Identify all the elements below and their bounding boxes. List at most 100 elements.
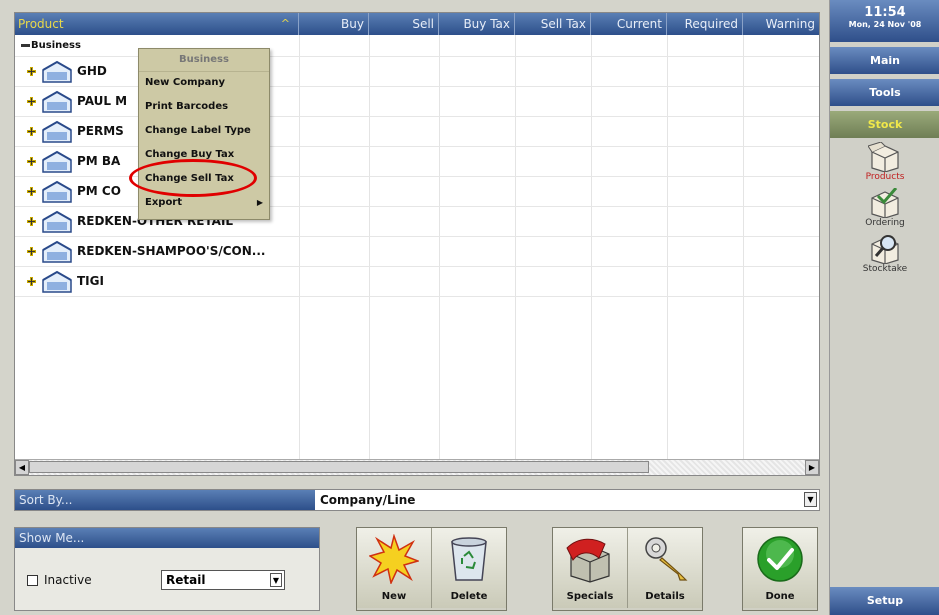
grid-header: Product ^ Buy Sell Buy Tax Sell Tax Curr… <box>15 13 819 35</box>
check-box-icon <box>871 188 899 218</box>
sidebar-item-ordering[interactable]: Ordering <box>830 188 939 234</box>
new-button-label: New <box>381 591 407 602</box>
column-header-warning[interactable]: Warning <box>743 13 819 35</box>
sidebar-item-products[interactable]: Products <box>830 142 939 188</box>
tree-row-label: PERMS <box>77 124 124 138</box>
show-me-select[interactable]: Retail ▼ <box>161 570 285 590</box>
inactive-checkbox[interactable]: Inactive <box>27 573 92 587</box>
sort-by-value[interactable]: Company/Line <box>320 490 415 510</box>
column-header-required[interactable]: Required <box>667 13 743 35</box>
menu-item-change-sell-tax[interactable]: Change Sell Tax <box>139 168 269 192</box>
tree-row-label: REDKEN-SHAMPOO'S/CON... <box>77 244 266 258</box>
menu-item-label: Export <box>145 197 183 208</box>
starburst-icon <box>369 534 419 584</box>
expand-icon[interactable] <box>27 157 36 166</box>
column-header-buy-tax[interactable]: Buy Tax <box>439 13 515 35</box>
done-button-label: Done <box>765 591 795 602</box>
clock-time: 11:54 <box>864 5 906 20</box>
specials-button-label: Specials <box>566 591 614 602</box>
column-header-label: Product <box>18 17 64 31</box>
tree-row-label: PM CO <box>77 184 121 198</box>
menu-item-label: Change Buy Tax <box>145 149 235 160</box>
menu-item-new-company[interactable]: New Company <box>139 72 269 96</box>
menu-item-label: New Company <box>145 77 226 88</box>
checkmark-icon <box>757 536 803 582</box>
tree-group-business[interactable]: Business <box>15 37 819 57</box>
tree-row-company[interactable]: PAUL M <box>15 87 819 117</box>
menu-item-print-barcodes[interactable]: Print Barcodes <box>139 96 269 120</box>
menu-item-label: Change Sell Tax <box>145 173 234 184</box>
menu-item-label: Print Barcodes <box>145 101 229 112</box>
collapse-icon[interactable] <box>21 41 30 50</box>
details-button[interactable]: Details <box>628 528 702 608</box>
scroll-left-icon[interactable]: ◀ <box>15 460 29 475</box>
sidebar-main-button[interactable]: Main <box>830 47 939 74</box>
tree-row-label: PAUL M <box>77 94 128 108</box>
sidebar-stock-button[interactable]: Stock <box>830 111 939 138</box>
column-header-sell[interactable]: Sell <box>369 13 439 35</box>
magnifier-box-icon <box>871 235 899 264</box>
done-group: Done <box>742 527 818 611</box>
tree-row-company[interactable]: GHD <box>15 57 819 87</box>
tree-row-label: PM BA <box>77 154 121 168</box>
recycle-bin-icon <box>451 537 487 581</box>
expand-icon[interactable] <box>27 247 36 256</box>
expand-icon[interactable] <box>27 187 36 196</box>
tree-row-company[interactable]: REDKEN-OTHER RETAIL <box>15 207 819 237</box>
expand-icon[interactable] <box>27 217 36 226</box>
menu-item-label: Change Label Type <box>145 125 251 136</box>
checkbox-icon[interactable] <box>27 575 38 586</box>
submenu-arrow-icon: ▶ <box>256 198 263 207</box>
menu-item-change-label-type[interactable]: Change Label Type <box>139 120 269 144</box>
tree-row-label: TIGI <box>77 274 104 288</box>
specials-details-group: Specials Details <box>552 527 703 611</box>
horizontal-scrollbar[interactable]: ◀ ▶ <box>15 459 819 475</box>
company-folder-icon <box>42 150 72 173</box>
scroll-right-icon[interactable]: ▶ <box>805 460 819 475</box>
tree-row-company[interactable]: PM BA <box>15 147 819 177</box>
column-header-current[interactable]: Current <box>591 13 667 35</box>
sidebar-item-stocktake[interactable]: Stocktake <box>830 234 939 280</box>
new-button[interactable]: New <box>357 528 432 608</box>
done-button[interactable]: Done <box>743 528 817 608</box>
column-header-product[interactable]: Product ^ <box>15 13 299 35</box>
delete-button[interactable]: Delete <box>432 528 506 608</box>
column-header-sell-tax[interactable]: Sell Tax <box>515 13 591 35</box>
tree-row-company[interactable]: PM CO <box>15 177 819 207</box>
tree-row-company[interactable]: PERMS <box>15 117 819 147</box>
expand-icon[interactable] <box>27 67 36 76</box>
context-menu-title: Business <box>139 49 269 72</box>
show-me-select-value: Retail <box>166 573 206 587</box>
tree-row-company[interactable]: REDKEN-SHAMPOO'S/CON... <box>15 237 819 267</box>
sort-by-bar: Sort By... Company/Line ▼ <box>14 489 820 511</box>
show-me-panel: Show Me... Inactive Retail ▼ <box>14 527 320 611</box>
sidebar-item-label: Stocktake <box>862 264 908 274</box>
select-dropdown-icon[interactable]: ▼ <box>270 573 282 587</box>
column-header-buy[interactable]: Buy <box>299 13 369 35</box>
show-me-title: Show Me... <box>15 528 319 548</box>
specials-button[interactable]: Specials <box>553 528 628 608</box>
company-folder-icon <box>42 270 72 293</box>
new-delete-group: New Delete <box>356 527 507 611</box>
menu-item-export[interactable]: Export ▶ <box>139 192 269 216</box>
context-menu: Business New Company Print Barcodes Chan… <box>138 48 270 220</box>
expand-icon[interactable] <box>27 277 36 286</box>
tree-group-label: Business <box>31 40 81 51</box>
company-folder-icon <box>42 120 72 143</box>
tree-row-company[interactable]: TIGI <box>15 267 819 297</box>
expand-icon[interactable] <box>27 127 36 136</box>
specials-box-icon <box>566 538 610 583</box>
scrollbar-thumb[interactable] <box>29 461 649 473</box>
sidebar-item-label: Products <box>865 172 905 182</box>
sidebar-setup-button[interactable]: Setup <box>830 587 939 615</box>
right-sidebar: 11:54 Mon, 24 Nov '08 Main Tools Stock P… <box>829 0 939 615</box>
sort-dropdown-icon[interactable]: ▼ <box>804 492 817 507</box>
sidebar-tools-button[interactable]: Tools <box>830 79 939 106</box>
delete-button-label: Delete <box>450 591 488 602</box>
company-folder-icon <box>42 180 72 203</box>
clock-date: Mon, 24 Nov '08 <box>848 20 922 29</box>
company-folder-icon <box>42 60 72 83</box>
menu-item-change-buy-tax[interactable]: Change Buy Tax <box>139 144 269 168</box>
grid-body: Business GHD PAUL M PERMS PM BA PM CO RE… <box>15 35 819 460</box>
expand-icon[interactable] <box>27 97 36 106</box>
